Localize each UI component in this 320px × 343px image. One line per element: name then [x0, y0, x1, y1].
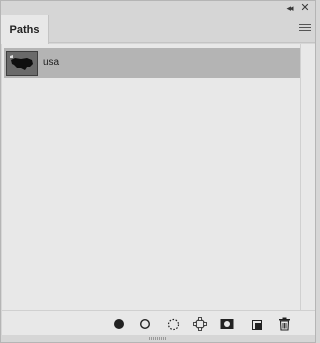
paths-toolbar: [2, 310, 315, 335]
usa-map-thumbnail-icon: [6, 51, 38, 76]
tab-paths[interactable]: Paths: [1, 15, 49, 44]
path-row-usa[interactable]: usa: [4, 48, 300, 78]
paths-panel: ◂◂ ✕ Paths usa: [0, 0, 316, 343]
panel-menu-icon[interactable]: [299, 24, 311, 34]
paths-list: usa: [2, 44, 300, 310]
path-name-label: usa: [43, 57, 60, 68]
resize-grip[interactable]: [2, 335, 315, 342]
make-work-path-icon[interactable]: [192, 316, 208, 332]
grip-lines: [149, 337, 167, 340]
close-icon[interactable]: ✕: [299, 2, 311, 14]
tab-strip: Paths: [1, 15, 315, 44]
fill-path-icon[interactable]: [111, 316, 127, 332]
panel-title-bar: ◂◂ ✕: [1, 1, 315, 15]
scrollbar-track[interactable]: [300, 44, 315, 310]
collapse-panel-icon[interactable]: ◂◂: [283, 3, 295, 13]
add-mask-icon[interactable]: [219, 316, 235, 332]
load-as-selection-icon[interactable]: [165, 316, 181, 332]
stroke-path-icon[interactable]: [137, 316, 153, 332]
create-new-path-icon[interactable]: [249, 316, 265, 332]
delete-path-icon[interactable]: [276, 316, 292, 332]
